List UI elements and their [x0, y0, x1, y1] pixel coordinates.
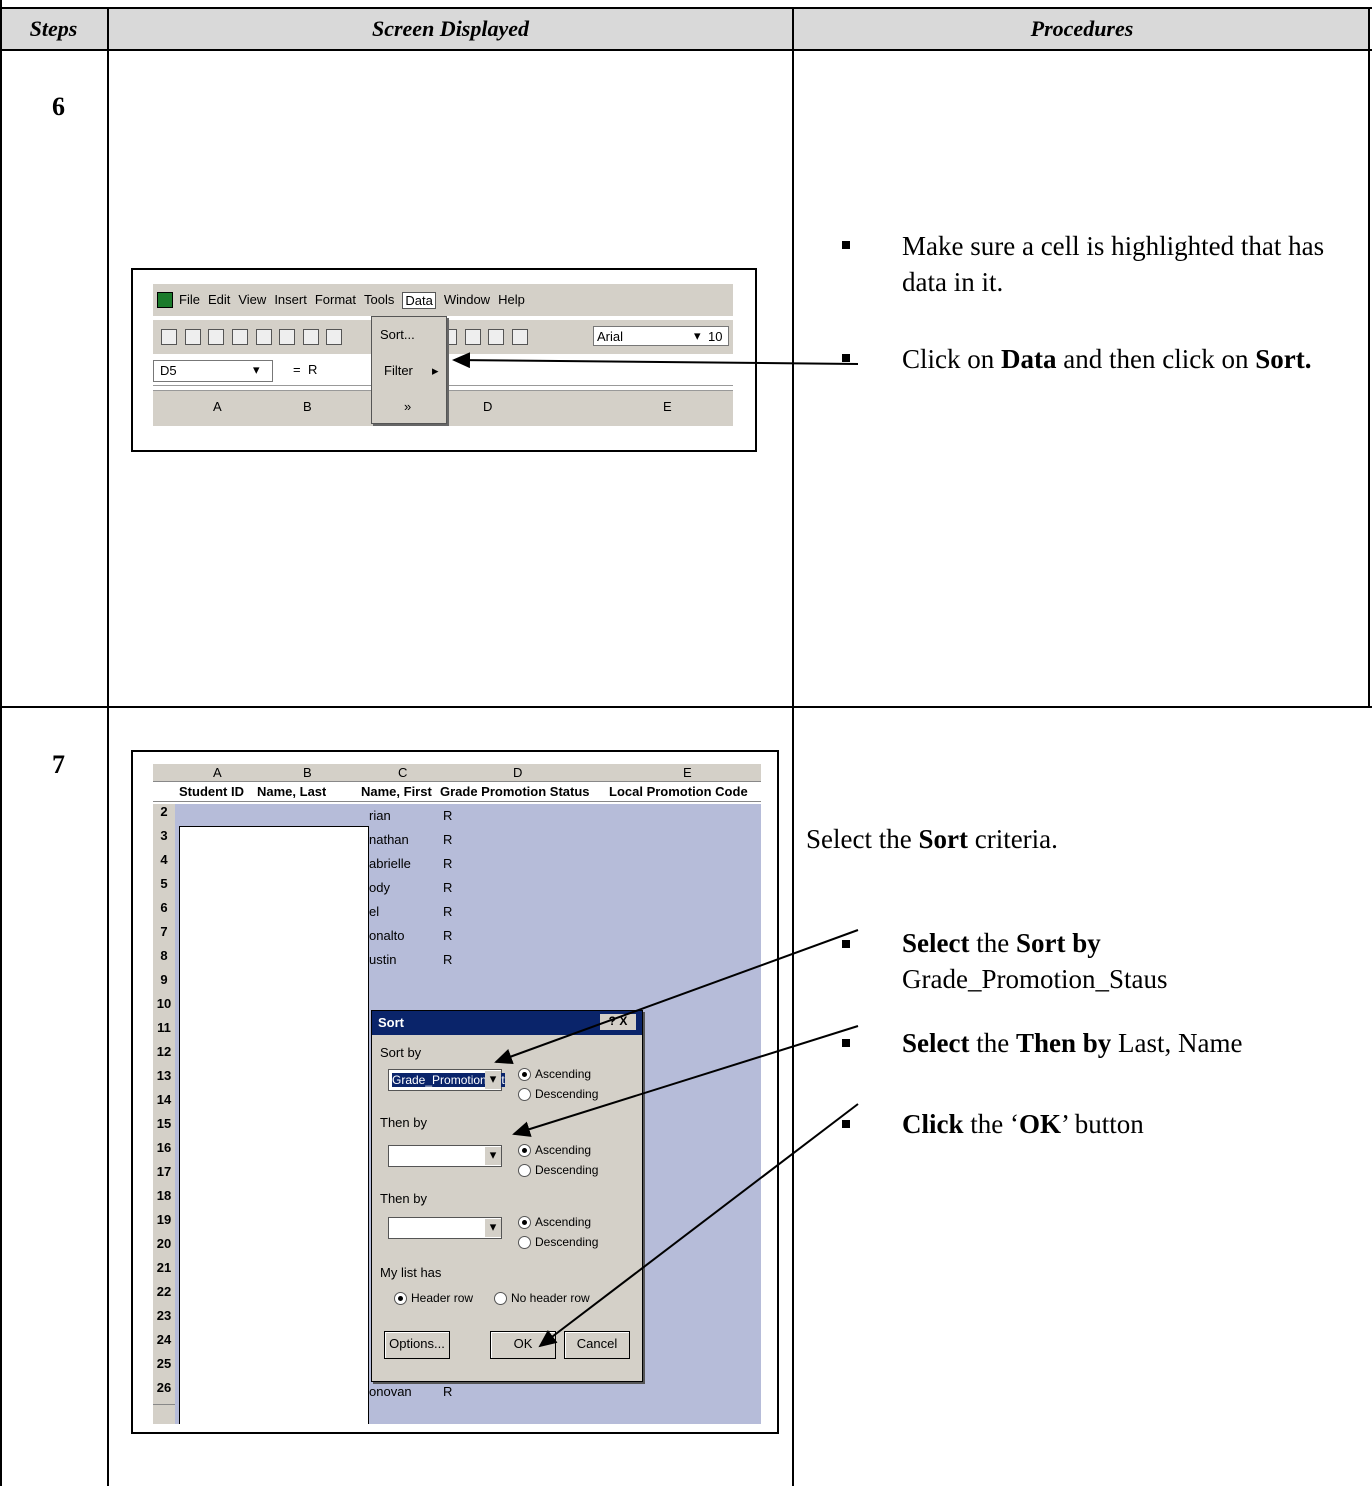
step7-arrows: [494, 929, 859, 1348]
bullet-icon: [842, 1120, 850, 1128]
step7-proc-3: Click the ‘OK’ button: [902, 1109, 1144, 1139]
step7-proc-2: Select the Then by Last, Name: [902, 1028, 1243, 1058]
arrow-then-by: [512, 1025, 859, 1137]
bullet-icon: [842, 940, 850, 948]
step7-proc-1: Select the Sort by Grade_Promotion_Staus: [902, 928, 1168, 994]
arrow-ok: [538, 1103, 859, 1348]
bullet-icon: [842, 1039, 850, 1047]
step7-intro: Select the Sort criteria.: [806, 824, 1058, 854]
